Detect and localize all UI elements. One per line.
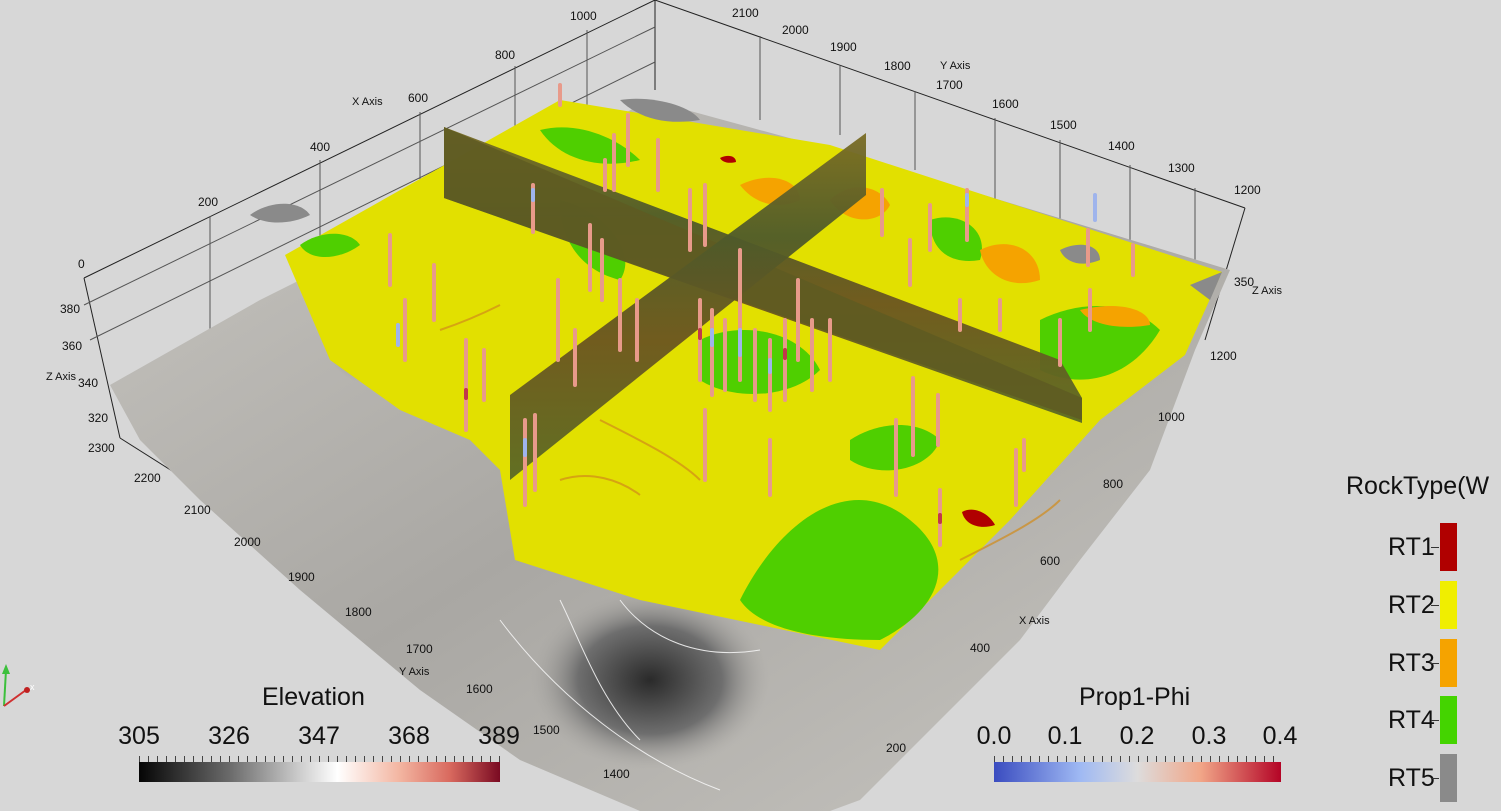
y-tick-left: 1500 [533,723,560,737]
x-tick-top: 200 [198,195,218,209]
y-tick-top: 1400 [1108,139,1135,153]
y-tick-top: 1600 [992,97,1019,111]
y-tick-top: 2000 [782,23,809,37]
y-tick-top: 1800 [884,59,911,73]
rocktype-label: RT2 [1388,591,1435,619]
rocktype-label: RT5 [1388,764,1435,792]
y-tick-left: 1400 [603,767,630,781]
y-tick-left: 1700 [406,642,433,656]
x-tick-top: 800 [495,48,515,62]
z-axis-title-right: Z Axis [1252,285,1282,297]
elevation-colorbar [139,756,500,782]
orientation-axes-icon[interactable]: x [0,660,44,712]
rocktype-swatch [1440,696,1457,744]
x-tick-right: 200 [886,741,906,755]
rocktype-swatch [1440,523,1457,571]
x-tick-right: 1000 [1158,410,1185,424]
x-tick-right: 1200 [1210,349,1237,363]
y-tick-top: 1900 [830,40,857,54]
x-axis-title: X Axis [352,96,383,108]
x-tick-right: 400 [970,641,990,655]
y-tick-top: 1300 [1168,161,1195,175]
phi-tick: 0.3 [1191,722,1227,750]
rocktype-label: RT1 [1388,533,1435,561]
rocktype-swatch [1440,639,1457,687]
svg-text:x: x [30,682,35,692]
phi-tick: 0.2 [1119,722,1155,750]
rocktype-label: RT4 [1388,706,1435,734]
elevation-tick: 347 [298,722,340,750]
y-tick-left: 2200 [134,471,161,485]
z-tick-left: 320 [88,411,108,425]
y-axis-title-top: Y Axis [940,60,971,72]
elevation-tick: 389 [478,722,520,750]
elevation-legend-title: Elevation [262,683,365,711]
y-tick-top: 1200 [1234,183,1261,197]
elevation-tick: 368 [388,722,430,750]
x-tick-right: 800 [1103,477,1123,491]
elevation-tick: 326 [208,722,250,750]
y-tick-left: 1600 [466,682,493,696]
y-tick-left: 1900 [288,570,315,584]
phi-colorbar [994,756,1281,782]
z-tick-left: 360 [62,339,82,353]
y-axis-title-left: Y Axis [399,666,430,678]
y-tick-left: 2100 [184,503,211,517]
y-tick-left: 1800 [345,605,372,619]
x-tick-right: 600 [1040,554,1060,568]
elevation-tick: 305 [118,722,160,750]
3d-viewport[interactable]: 0 200 400 600 800 1000 X Axis 2100 2000 … [0,0,1501,811]
x-tick-top: 1000 [570,9,597,23]
x-axis-title-right: X Axis [1019,615,1050,627]
y-tick-top: 1500 [1050,118,1077,132]
y-tick-left: 2000 [234,535,261,549]
x-tick-top: 0 [78,257,85,271]
x-tick-top: 400 [310,140,330,154]
z-axis-title-left: Z Axis [46,371,76,383]
rocktype-label: RT3 [1388,649,1435,677]
x-tick-top: 600 [408,91,428,105]
phi-legend-title: Prop1-Phi [1079,683,1191,711]
z-tick-left: 380 [60,302,80,316]
z-tick-left: 340 [78,376,98,390]
rocktype-legend-title: RockType(W [1346,472,1490,500]
phi-tick: 0.1 [1047,722,1083,750]
rocktype-swatch [1440,754,1457,802]
y-tick-left: 2300 [88,441,115,455]
phi-tick: 0.0 [976,722,1012,750]
phi-tick: 0.4 [1262,722,1298,750]
y-tick-top: 2100 [732,6,759,20]
y-tick-top: 1700 [936,78,963,92]
rocktype-swatch [1440,581,1457,629]
